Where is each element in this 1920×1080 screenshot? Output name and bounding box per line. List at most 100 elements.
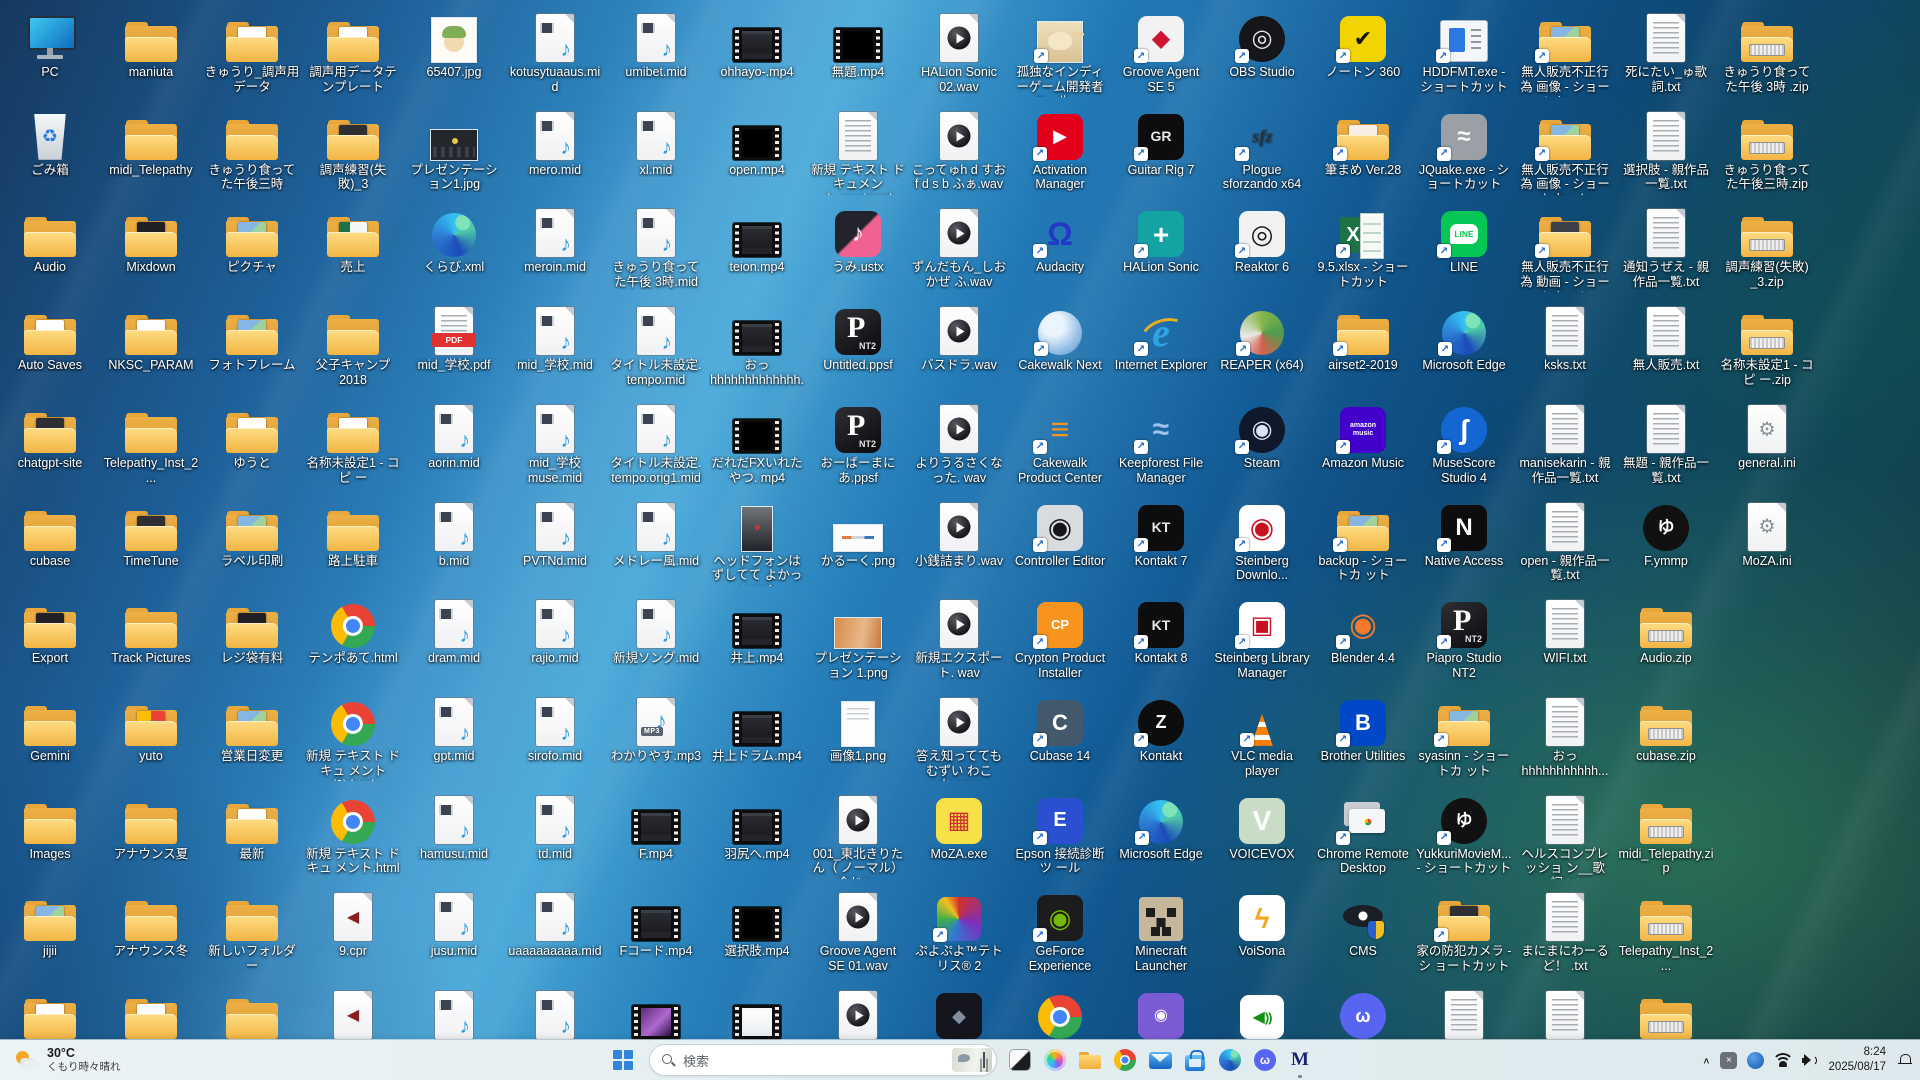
desktop-icon[interactable]: F.mp4 <box>608 792 704 862</box>
desktop-icon[interactable]: ピクチャ <box>204 205 300 275</box>
desktop-icon[interactable]: TimeTune <box>103 499 199 569</box>
desktop-icon[interactable]: ♪aorin.mid <box>406 401 502 471</box>
desktop-icon[interactable] <box>810 987 906 1042</box>
desktop-icon[interactable]: ◎OBS Studio <box>1214 10 1310 80</box>
desktop-icon[interactable]: amazon musicAmazon Music <box>1315 401 1411 471</box>
desktop-icon[interactable]: ♪タイトル未設定. tempo.mid <box>608 303 704 388</box>
desktop-icon[interactable]: Audio <box>2 205 98 275</box>
tray-app-blue-icon[interactable] <box>1747 1052 1764 1069</box>
desktop-icon[interactable]: 名称未設定1 - コピ ー <box>305 401 401 486</box>
desktop-icon[interactable]: ϟVoiSona <box>1214 889 1310 959</box>
desktop-icon[interactable]: CPCrypton Product Installer <box>1012 596 1108 681</box>
desktop-icon[interactable]: ♪umibet.mid <box>608 10 704 80</box>
desktop-icon[interactable]: ◉ <box>1113 987 1209 1042</box>
desktop-icon[interactable]: ♪rajio.mid <box>507 596 603 666</box>
desktop-icon[interactable]: ◉Steam <box>1214 401 1310 471</box>
desktop-icon[interactable]: 無人販売不正行為 画像 - ショートカット <box>1517 108 1613 195</box>
notification-bell-icon[interactable] <box>1898 1053 1912 1067</box>
desktop-icon[interactable]: ◆Groove Agent SE 5 <box>1113 10 1209 95</box>
desktop-icon[interactable]: まにまにわーるど！ .txt <box>1517 889 1613 974</box>
desktop-icon[interactable]: 無題.mp4 <box>810 10 906 80</box>
desktop-icon[interactable]: ◎Reaktor 6 <box>1214 205 1310 275</box>
desktop-icon[interactable]: 井上.mp4 <box>709 596 805 666</box>
desktop-icon[interactable]: airset2-2019 <box>1315 303 1411 373</box>
desktop-icon[interactable]: ♪b.mid <box>406 499 502 569</box>
desktop-icon[interactable]: バスドラ.wav <box>911 303 1007 373</box>
desktop-icon[interactable]: ◉Blender 4.4 <box>1315 596 1411 666</box>
desktop-icon[interactable]: WIFI.txt <box>1517 596 1613 666</box>
desktop-icon[interactable]: ♪xl.mid <box>608 108 704 178</box>
desktop-icon[interactable]: ◀)) <box>1214 987 1310 1042</box>
desktop-icon[interactable]: きゅうり_調声用データ <box>204 10 300 95</box>
desktop-icon[interactable]: ◉Steinberg Downlo... <box>1214 499 1310 584</box>
desktop-icon[interactable]: Images <box>2 792 98 862</box>
desktop-icon[interactable] <box>103 987 199 1042</box>
desktop-icon[interactable]: Telepathy_Inst_2... <box>1618 889 1714 974</box>
desktop-icon[interactable]: 新しいフォルダー <box>204 889 300 974</box>
desktop-icon[interactable]: ♪ <box>507 987 603 1042</box>
desktop-icon[interactable]: ♻ごみ箱 <box>2 108 98 178</box>
desktop-icon[interactable]: 通知うぜえ - 親作品一覧.txt <box>1618 205 1714 290</box>
search-box[interactable]: 検索 <box>649 1044 997 1076</box>
desktop-icon[interactable]: ♪タイトル未設定. tempo.orig1.mid <box>608 401 704 486</box>
desktop-icon[interactable]: ◉Controller Editor <box>1012 499 1108 569</box>
desktop-icon[interactable]: 新規 テキスト ドキュ メント (2).html <box>305 694 401 781</box>
desktop-icon[interactable]: midi_Telepathy.zip <box>1618 792 1714 877</box>
desktop-icon[interactable]: VLC media player <box>1214 694 1310 779</box>
desktop-icon[interactable]: Microsoft Edge <box>1113 792 1209 862</box>
desktop-icon[interactable]: ゆYukkuriMovieM... - ショートカット <box>1416 792 1512 877</box>
desktop-icon[interactable]: 65407.jpg <box>406 10 502 80</box>
desktop-icon[interactable]: +HALion Sonic <box>1113 205 1209 275</box>
desktop-icon[interactable]: ♪うみ.ustx <box>810 205 906 275</box>
desktop-icon[interactable]: REAPER (x64) <box>1214 303 1310 373</box>
desktop-icon[interactable]: ラベル印刷 <box>204 499 300 569</box>
desktop-icon[interactable]: ✔ノートン 360 <box>1315 10 1411 80</box>
desktop-icon[interactable]: テンポあて.html <box>305 596 401 666</box>
desktop-icon[interactable]: 選択肢.mp4 <box>709 889 805 959</box>
desktop-icon[interactable] <box>709 987 805 1042</box>
desktop-icon[interactable]: ω <box>1315 987 1411 1042</box>
desktop-icon[interactable]: Gemini <box>2 694 98 764</box>
desktop-icon[interactable]: chatgpt-site <box>2 401 98 471</box>
desktop-icon[interactable]: backup - ショートカ ット <box>1315 499 1411 584</box>
desktop-icon[interactable]: Export <box>2 596 98 666</box>
desktop-icon[interactable]: ▣Steinberg Library Manager <box>1214 596 1310 681</box>
desktop-icon[interactable]: 路上駐車 <box>305 499 401 569</box>
desktop-icon[interactable]: おっ hhhhhhhhhhhhh... <box>709 303 805 390</box>
desktop-icon[interactable] <box>1416 987 1512 1042</box>
desktop-icon[interactable]: PNT2おーばーまにあ.ppsf <box>810 401 906 486</box>
desktop-icon[interactable]: ♪uaaaaaaaaa.mid <box>507 889 603 959</box>
desktop-icon[interactable]: くらび.xml <box>406 205 502 275</box>
desktop-icon[interactable]: ⚙general.ini <box>1719 401 1815 471</box>
desktop-icon[interactable]: ohhayo-.mp4 <box>709 10 805 80</box>
desktop-icon[interactable]: PNT2Piapro Studio NT2 <box>1416 596 1512 681</box>
taskbar-app-copilot[interactable] <box>1043 1048 1067 1072</box>
desktop-icon[interactable]: プレゼンテーション 1.png <box>810 596 906 681</box>
taskbar-app-chrome[interactable] <box>1113 1048 1137 1072</box>
taskbar-app-discord[interactable]: ω <box>1253 1048 1277 1072</box>
desktop-icon[interactable]: ◉GeForce Experience <box>1012 889 1108 974</box>
desktop-icon[interactable] <box>1012 987 1108 1042</box>
desktop-icon[interactable]: Microsoft Edge <box>1416 303 1512 373</box>
desktop-icon[interactable]: きゅうり食ってた午後三時.zip <box>1719 108 1815 193</box>
desktop-icon[interactable]: Cakewalk Next <box>1012 303 1108 373</box>
desktop-icon[interactable] <box>2 987 98 1042</box>
desktop-icon[interactable]: 無題 - 親作品一 覧.txt <box>1618 401 1714 486</box>
desktop-icon[interactable]: 調声練習(失敗)_3 <box>305 108 401 193</box>
taskbar-app-m-app[interactable]: M <box>1288 1048 1312 1072</box>
start-button[interactable] <box>608 1045 638 1075</box>
desktop-icon[interactable]: open.mp4 <box>709 108 805 178</box>
desktop-icon[interactable]: teion.mp4 <box>709 205 805 275</box>
desktop-icon[interactable]: Chrome Remote Desktop <box>1315 792 1411 877</box>
desktop-icon[interactable]: 家の防犯カメラ - シ ョートカット <box>1416 889 1512 974</box>
desktop-icon[interactable]: きゅうり食ってた午後 3時 .zip <box>1719 10 1815 95</box>
desktop-icon[interactable]: midi_Telepathy <box>103 108 199 178</box>
desktop-icon[interactable]: Minecraft Launcher <box>1113 889 1209 974</box>
desktop-icon[interactable]: ♪ <box>406 987 502 1042</box>
desktop-icon[interactable]: ΩAudacity <box>1012 205 1108 275</box>
desktop-icon[interactable]: 新規エクスポート. wav <box>911 596 1007 681</box>
desktop-icon[interactable]: syasinn - ショートカ ット <box>1416 694 1512 779</box>
desktop-icon[interactable]: 売上 <box>305 205 401 275</box>
desktop-icon[interactable]: 調声練習(失敗) _3.zip <box>1719 205 1815 290</box>
desktop-icon[interactable]: manisekarin - 親 作品一覧.txt <box>1517 401 1613 486</box>
